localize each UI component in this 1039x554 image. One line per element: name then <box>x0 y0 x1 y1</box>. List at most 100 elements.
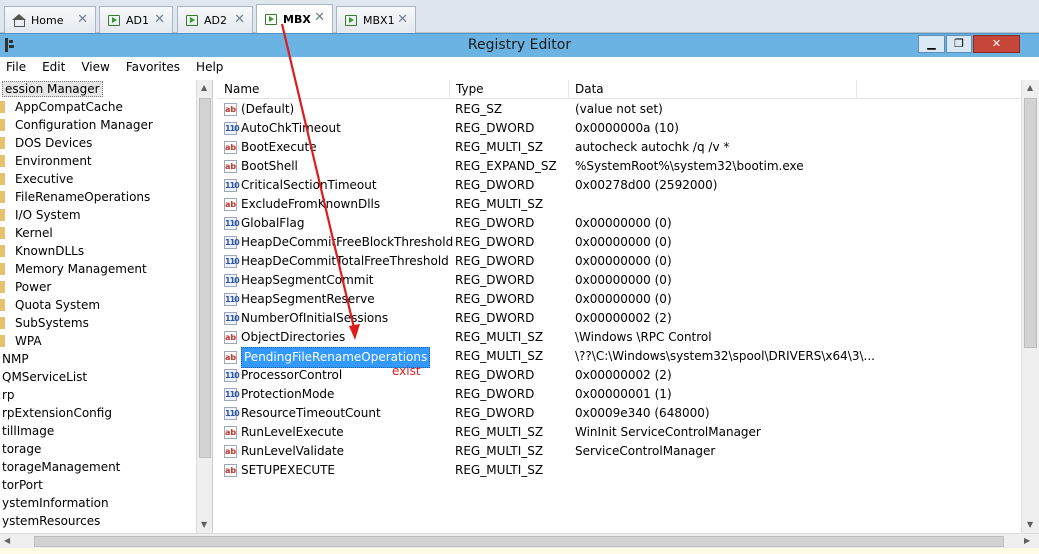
registry-values-list[interactable]: Name Type Data ab (Default) REG_SZ (value n… <box>218 80 1021 533</box>
tree-item[interactable]: torageManagement <box>2 458 120 476</box>
registry-value-row[interactable]: ab BootShell REG_EXPAND_SZ %SystemRoot%\sys… <box>218 157 1021 176</box>
tree-item[interactable]: torPort <box>2 476 43 494</box>
tab-mbx[interactable]: MBX ✕ <box>256 4 333 34</box>
vertical-scrollbar[interactable]: ▲ ▼ <box>1021 80 1039 533</box>
value-name-cell: 110 NumberOfInitialSessions <box>224 309 388 328</box>
tree-item-label: rp <box>2 388 15 402</box>
tree-item[interactable]: KnownDLLs <box>0 242 84 260</box>
minimize-button[interactable]: ▁ <box>918 35 945 53</box>
scroll-right-icon[interactable]: ▶ <box>1024 536 1030 545</box>
tree-item[interactable]: DOS Devices <box>0 134 92 152</box>
registry-value-row[interactable]: 110 ProtectionMode REG_DWORD 0x00000001 (1) <box>218 385 1021 404</box>
scroll-thumb[interactable] <box>199 98 211 458</box>
registry-value-row[interactable]: ab ObjectDirectories REG_MULTI_SZ \Windows … <box>218 328 1021 347</box>
registry-value-row[interactable]: 110 ResourceTimeoutCount REG_DWORD 0x0009e3… <box>218 404 1021 423</box>
tree-item[interactable]: ession Manager <box>2 80 103 98</box>
scroll-left-icon[interactable]: ◀ <box>4 536 10 545</box>
tree-item[interactable]: ystemInformation <box>2 494 109 512</box>
scroll-up-icon[interactable]: ▲ <box>201 83 207 92</box>
tab-ad2[interactable]: AD2 ✕ <box>177 6 253 33</box>
tree-item[interactable]: Memory Management <box>0 260 147 278</box>
menu-view[interactable]: View <box>73 60 117 74</box>
tree-item[interactable]: Executive <box>0 170 73 188</box>
registry-value-row[interactable]: 110 ProcessorControl REG_DWORD 0x00000002 (… <box>218 366 1021 385</box>
tree-vertical-scrollbar[interactable]: ▲ ▼ <box>196 80 212 533</box>
tab-close-icon[interactable]: ✕ <box>314 10 325 25</box>
scroll-up-icon[interactable]: ▲ <box>1027 83 1033 92</box>
registry-value-row[interactable]: 110 AutoChkTimeout REG_DWORD 0x0000000a (10… <box>218 119 1021 138</box>
value-name: ExcludeFromKnownDlls <box>241 197 381 211</box>
menu-favorites[interactable]: Favorites <box>118 60 188 74</box>
tab-ad1[interactable]: AD1 ✕ <box>99 6 173 33</box>
registry-editor-window: Registry Editor ▁ ❐ ✕ File Edit View Fav… <box>0 33 1039 554</box>
registry-value-row[interactable]: 110 CriticalSectionTimeout REG_DWORD 0x0027… <box>218 176 1021 195</box>
folder-icon <box>0 137 5 149</box>
value-type: REG_DWORD <box>455 216 535 230</box>
tree-item[interactable]: Kernel <box>0 224 53 242</box>
tree-item-label: torageManagement <box>2 460 121 474</box>
tree-item[interactable]: QMServiceList <box>2 368 87 386</box>
tree-item[interactable]: FileRenameOperations <box>0 188 150 206</box>
close-button[interactable]: ✕ <box>973 35 1020 53</box>
string-value-icon: ab <box>224 445 237 458</box>
title-bar[interactable]: Registry Editor ▁ ❐ ✕ <box>0 33 1039 57</box>
registry-value-row[interactable]: 110 HeapSegmentCommit REG_DWORD 0x00000000 … <box>218 271 1021 290</box>
scroll-thumb[interactable] <box>34 536 1004 547</box>
folder-icon <box>0 263 5 275</box>
value-name-cell: ab (Default) <box>224 100 294 119</box>
registry-value-row[interactable]: ab PendingFileRenameOperations REG_MULTI_S… <box>218 347 1021 368</box>
tab-close-icon[interactable]: ✕ <box>397 12 408 27</box>
column-header-name[interactable]: Name <box>218 80 450 99</box>
tree-item[interactable]: SubSystems <box>0 314 89 332</box>
tree-item[interactable]: AppCompatCache <box>0 98 123 116</box>
value-type: REG_DWORD <box>455 406 535 420</box>
tree-item[interactable]: rpExtensionConfig <box>2 404 112 422</box>
tab-close-icon[interactable]: ✕ <box>234 12 245 27</box>
menu-help[interactable]: Help <box>188 60 231 74</box>
value-type: REG_MULTI_SZ <box>455 444 544 458</box>
tree-item[interactable]: Quota System <box>0 296 100 314</box>
value-data: 0x00000000 (0) <box>575 216 672 230</box>
tree-item[interactable]: Environment <box>0 152 92 170</box>
scroll-down-icon[interactable]: ▼ <box>201 520 207 529</box>
tree-item-label: Kernel <box>15 226 53 240</box>
scroll-thumb[interactable] <box>1024 98 1037 348</box>
remote-desktop-icon <box>265 13 278 26</box>
tab-mbx1[interactable]: MBX1 ✕ <box>336 6 416 33</box>
registry-value-row[interactable]: 110 HeapDeCommitTotalFreeThreshold REG_DWO… <box>218 252 1021 271</box>
tree-item[interactable]: tillImage <box>2 422 54 440</box>
tab-home[interactable]: Home ✕ <box>4 6 96 33</box>
registry-value-row[interactable]: ab RunLevelValidate REG_MULTI_SZ ServiceCon… <box>218 442 1021 461</box>
tree-item[interactable]: WPA <box>0 332 42 350</box>
registry-value-row[interactable]: 110 GlobalFlag REG_DWORD 0x00000000 (0) <box>218 214 1021 233</box>
tree-item[interactable]: ystemResources <box>2 512 100 530</box>
tree-item[interactable]: torage <box>2 440 41 458</box>
column-header-data[interactable]: Data <box>569 80 857 99</box>
tree-item[interactable]: I/O System <box>0 206 81 224</box>
tree-item[interactable]: NMP <box>2 350 29 368</box>
value-name: RunLevelValidate <box>241 444 345 458</box>
registry-value-row[interactable]: 110 HeapSegmentReserve REG_DWORD 0x00000000… <box>218 290 1021 309</box>
tab-close-icon[interactable]: ✕ <box>154 12 165 27</box>
value-name-cell: 110 HeapSegmentReserve <box>224 290 375 309</box>
tab-close-icon[interactable]: ✕ <box>77 12 88 27</box>
registry-value-row[interactable]: ab SETUPEXECUTE REG_MULTI_SZ <box>218 461 1021 480</box>
tree-item[interactable]: Power <box>0 278 51 296</box>
menu-file[interactable]: File <box>0 60 34 74</box>
registry-value-row[interactable]: 110 NumberOfInitialSessions REG_DWORD 0x000… <box>218 309 1021 328</box>
registry-value-row[interactable]: ab RunLevelExecute REG_MULTI_SZ WinInit Ser… <box>218 423 1021 442</box>
registry-value-row[interactable]: ab BootExecute REG_MULTI_SZ autocheck autoc… <box>218 138 1021 157</box>
tree-item[interactable]: Configuration Manager <box>0 116 153 134</box>
folder-icon <box>0 335 5 347</box>
column-header-type[interactable]: Type <box>450 80 569 99</box>
menu-edit[interactable]: Edit <box>34 60 73 74</box>
registry-key-tree[interactable]: ession Manager AppCompatCache Configuratio… <box>0 80 213 533</box>
tree-item[interactable]: rp <box>2 386 15 404</box>
horizontal-scrollbar[interactable]: ◀ ▶ <box>0 533 1039 548</box>
registry-value-row[interactable]: ab (Default) REG_SZ (value not set) <box>218 100 1021 119</box>
maximize-button[interactable]: ❐ <box>946 35 972 53</box>
registry-value-row[interactable]: 110 HeapDeCommitFreeBlockThreshold REG_DWO… <box>218 233 1021 252</box>
scroll-down-icon[interactable]: ▼ <box>1027 520 1033 529</box>
registry-value-row[interactable]: ab ExcludeFromKnownDlls REG_MULTI_SZ <box>218 195 1021 214</box>
tree-item-label: Executive <box>15 172 74 186</box>
